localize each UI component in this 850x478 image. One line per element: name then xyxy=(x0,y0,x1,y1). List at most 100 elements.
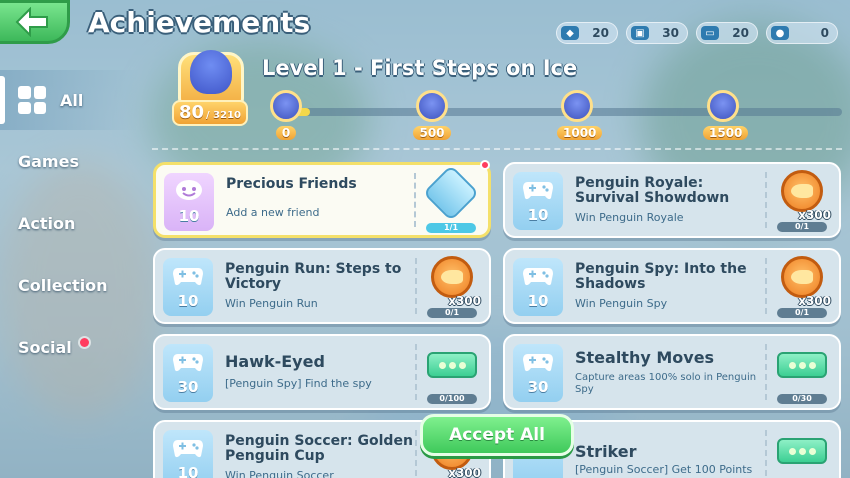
chat-icon: ● xyxy=(771,26,789,40)
penguin-avatar-icon xyxy=(190,50,232,94)
milestone-reward-icon xyxy=(707,90,739,122)
achievement-name: Penguin Soccer: Golden Penguin Cup xyxy=(225,433,413,464)
achievement-desc: [Penguin Soccer] Get 100 Points xyxy=(575,463,753,476)
sidebar-item-social[interactable]: Social xyxy=(0,316,140,378)
sidebar-item-label: Action xyxy=(18,213,76,233)
achievement-name: Stealthy Moves xyxy=(575,348,715,367)
ticket-icon xyxy=(777,438,827,464)
gamepad-icon: ◆ xyxy=(561,26,579,40)
accept-all-button[interactable]: Accept All xyxy=(420,414,574,456)
achievement-card[interactable]: 30 Hawk-Eyed [Penguin Spy] Find the spy … xyxy=(153,334,491,410)
achievement-desc: [Penguin Spy] Find the spy xyxy=(225,377,372,390)
achievement-card[interactable]: 10 Penguin Run: Steps to Victory Win Pen… xyxy=(153,248,491,324)
achievement-name: Penguin Run: Steps to Victory xyxy=(225,261,402,292)
currency-bar: ◆ 20 ▣ 30 ▭ 20 ● 0 xyxy=(556,22,838,44)
category-sidebar: All Games Action Collection Social xyxy=(0,70,140,378)
achievement-name: Penguin Spy: Into the Shadows xyxy=(575,261,747,292)
sidebar-item-label: All xyxy=(60,90,84,110)
milestone-reward-icon xyxy=(270,90,302,122)
achievement-name: Penguin Royale: Survival Showdown xyxy=(575,175,730,206)
grid-icon xyxy=(18,86,46,114)
achievement-name: Precious Friends xyxy=(226,176,357,192)
currency-card: ▭ 20 xyxy=(696,22,758,44)
sidebar-item-collection[interactable]: Collection xyxy=(0,254,140,316)
handshake-badge-icon xyxy=(422,165,480,222)
sidebar-item-label: Games xyxy=(18,151,79,171)
milestone-500[interactable]: 500 xyxy=(412,90,452,141)
fish-coin-icon xyxy=(781,256,823,298)
points-box: 10 xyxy=(163,430,213,478)
reward[interactable] xyxy=(775,428,829,478)
reward[interactable]: 0/30 xyxy=(775,342,829,404)
achievement-name: Striker xyxy=(575,442,637,461)
achievement-desc: Add a new friend xyxy=(226,206,320,219)
sidebar-item-games[interactable]: Games xyxy=(0,130,140,192)
back-arrow-icon xyxy=(15,7,48,37)
currency-clapper: ▣ 30 xyxy=(626,22,688,44)
gamepad-icon xyxy=(523,182,553,200)
reward-multiplier: x300 xyxy=(448,294,481,308)
progress-label: 1/1 xyxy=(426,223,476,233)
currency-value: 0 xyxy=(820,26,829,40)
achievement-desc: Win Penguin Royale xyxy=(575,211,684,224)
achievement-desc: Capture areas 100% solo in Penguin Spy xyxy=(575,372,757,395)
currency-gamepad: ◆ 20 xyxy=(556,22,618,44)
progress-label: 0/1 xyxy=(777,222,827,232)
points-box: 10 xyxy=(513,172,563,230)
milestone-1500[interactable]: 1500 xyxy=(703,90,749,141)
reward[interactable]: x300 0/1 xyxy=(775,170,831,232)
reward[interactable]: x300 0/1 xyxy=(775,256,831,318)
sidebar-item-all[interactable]: All xyxy=(0,70,140,130)
milestone-0[interactable]: 0 xyxy=(266,90,306,141)
achievement-name: Hawk-Eyed xyxy=(225,352,325,371)
sidebar-item-action[interactable]: Action xyxy=(0,192,140,254)
reward-multiplier: x300 xyxy=(798,208,831,222)
achievement-desc: Win Penguin Soccer xyxy=(225,469,334,478)
currency-value: 20 xyxy=(592,26,609,40)
currency-chat: ● 0 xyxy=(766,22,838,44)
milestone-reward-icon xyxy=(416,90,448,122)
progress-label: 0/1 xyxy=(777,308,827,318)
level-points: 80 / 3210 xyxy=(172,100,248,126)
gamepad-icon xyxy=(173,354,203,372)
achievement-card[interactable]: 10 Penguin Royale: Survival Showdown Win… xyxy=(503,162,841,238)
page-title: Achievements xyxy=(88,6,311,39)
currency-value: 30 xyxy=(662,26,679,40)
achievement-card[interactable]: 30 Stealthy Moves Capture areas 100% sol… xyxy=(503,334,841,410)
notification-dot xyxy=(480,160,490,170)
points-box: 10 xyxy=(163,258,213,316)
achievement-desc: Win Penguin Run xyxy=(225,297,318,310)
level-badge: 80 / 3210 xyxy=(172,48,248,130)
gamepad-icon xyxy=(173,440,203,458)
gamepad-icon xyxy=(173,268,203,286)
reward[interactable]: 1/1 xyxy=(422,165,480,233)
achievement-desc: Win Penguin Spy xyxy=(575,297,668,310)
achievement-card[interactable]: 10 Precious Friends Add a new friend 1/1 xyxy=(153,162,491,238)
level-title: Level 1 - First Steps on Ice xyxy=(262,56,578,80)
clapper-icon: ▣ xyxy=(631,26,649,40)
reward[interactable]: x300 0/1 xyxy=(425,256,481,318)
reward-multiplier: x300 xyxy=(448,466,481,478)
gamepad-icon xyxy=(523,354,553,372)
ticket-icon xyxy=(777,352,827,378)
points-box: 30 xyxy=(163,344,213,402)
reward-multiplier: x300 xyxy=(798,294,831,308)
chat-smile-icon xyxy=(176,180,202,200)
milestone-reward-icon xyxy=(561,90,593,122)
divider xyxy=(152,148,842,150)
gamepad-icon xyxy=(523,268,553,286)
progress-label: 0/30 xyxy=(777,394,827,404)
progress-label: 0/100 xyxy=(427,394,477,404)
reward[interactable]: 0/100 xyxy=(425,342,479,404)
milestone-1000[interactable]: 1000 xyxy=(557,90,603,141)
back-button[interactable] xyxy=(0,0,70,44)
fish-coin-icon xyxy=(431,256,473,298)
sidebar-item-label: Social xyxy=(18,337,72,357)
card-icon: ▭ xyxy=(701,26,719,40)
ticket-icon xyxy=(427,352,477,378)
progress-label: 0/1 xyxy=(427,308,477,318)
points-box: 10 xyxy=(513,258,563,316)
currency-value: 20 xyxy=(732,26,749,40)
achievement-card[interactable]: 10 Penguin Spy: Into the Shadows Win Pen… xyxy=(503,248,841,324)
points-box: 30 xyxy=(513,344,563,402)
